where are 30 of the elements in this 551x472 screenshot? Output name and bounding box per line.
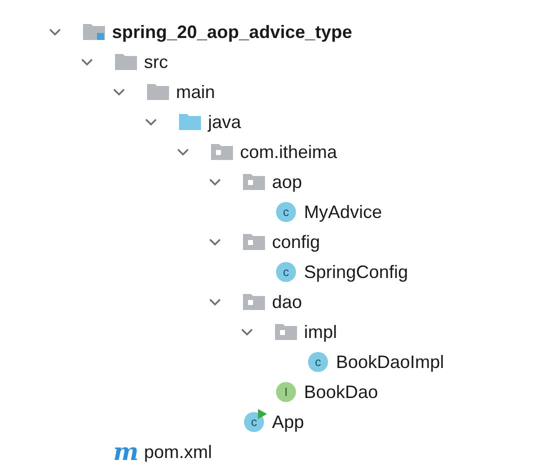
tree-item[interactable]: config (272, 228, 320, 256)
package-folder-icon (242, 233, 266, 251)
tree-item[interactable]: impl (304, 318, 338, 346)
package-folder-icon (274, 323, 298, 341)
class-icon: c (276, 262, 296, 282)
package-folder-icon (210, 143, 234, 161)
tree-item[interactable]: BookDaoImpl (336, 348, 444, 376)
tree-item[interactable]: BookDao (304, 378, 378, 406)
project-folder-icon (82, 23, 106, 41)
tree-item[interactable]: SpringConfig (304, 258, 408, 286)
package-folder-icon (242, 293, 266, 311)
maven-icon: m (113, 440, 139, 464)
tree-item[interactable]: src (144, 48, 168, 76)
package-folder-icon (242, 173, 266, 191)
tree-item[interactable]: App (272, 408, 304, 436)
interface-icon: I (276, 382, 296, 402)
class-icon: c (244, 412, 264, 432)
class-icon: c (276, 202, 296, 222)
tree-item[interactable]: main (176, 78, 216, 106)
tree-item[interactable]: java (208, 108, 242, 136)
tree-item[interactable]: spring_20_aop_advice_type (112, 18, 352, 46)
tree-item[interactable]: aop (272, 168, 302, 196)
folder-icon (146, 83, 170, 101)
folder-icon (178, 113, 202, 131)
tree-item[interactable]: pom.xml (144, 438, 212, 466)
tree-item[interactable]: com.itheima (240, 138, 338, 166)
tree-item[interactable]: dao (272, 288, 302, 316)
folder-icon (114, 53, 138, 71)
class-icon: c (308, 352, 328, 372)
tree-item[interactable]: MyAdvice (304, 198, 382, 226)
